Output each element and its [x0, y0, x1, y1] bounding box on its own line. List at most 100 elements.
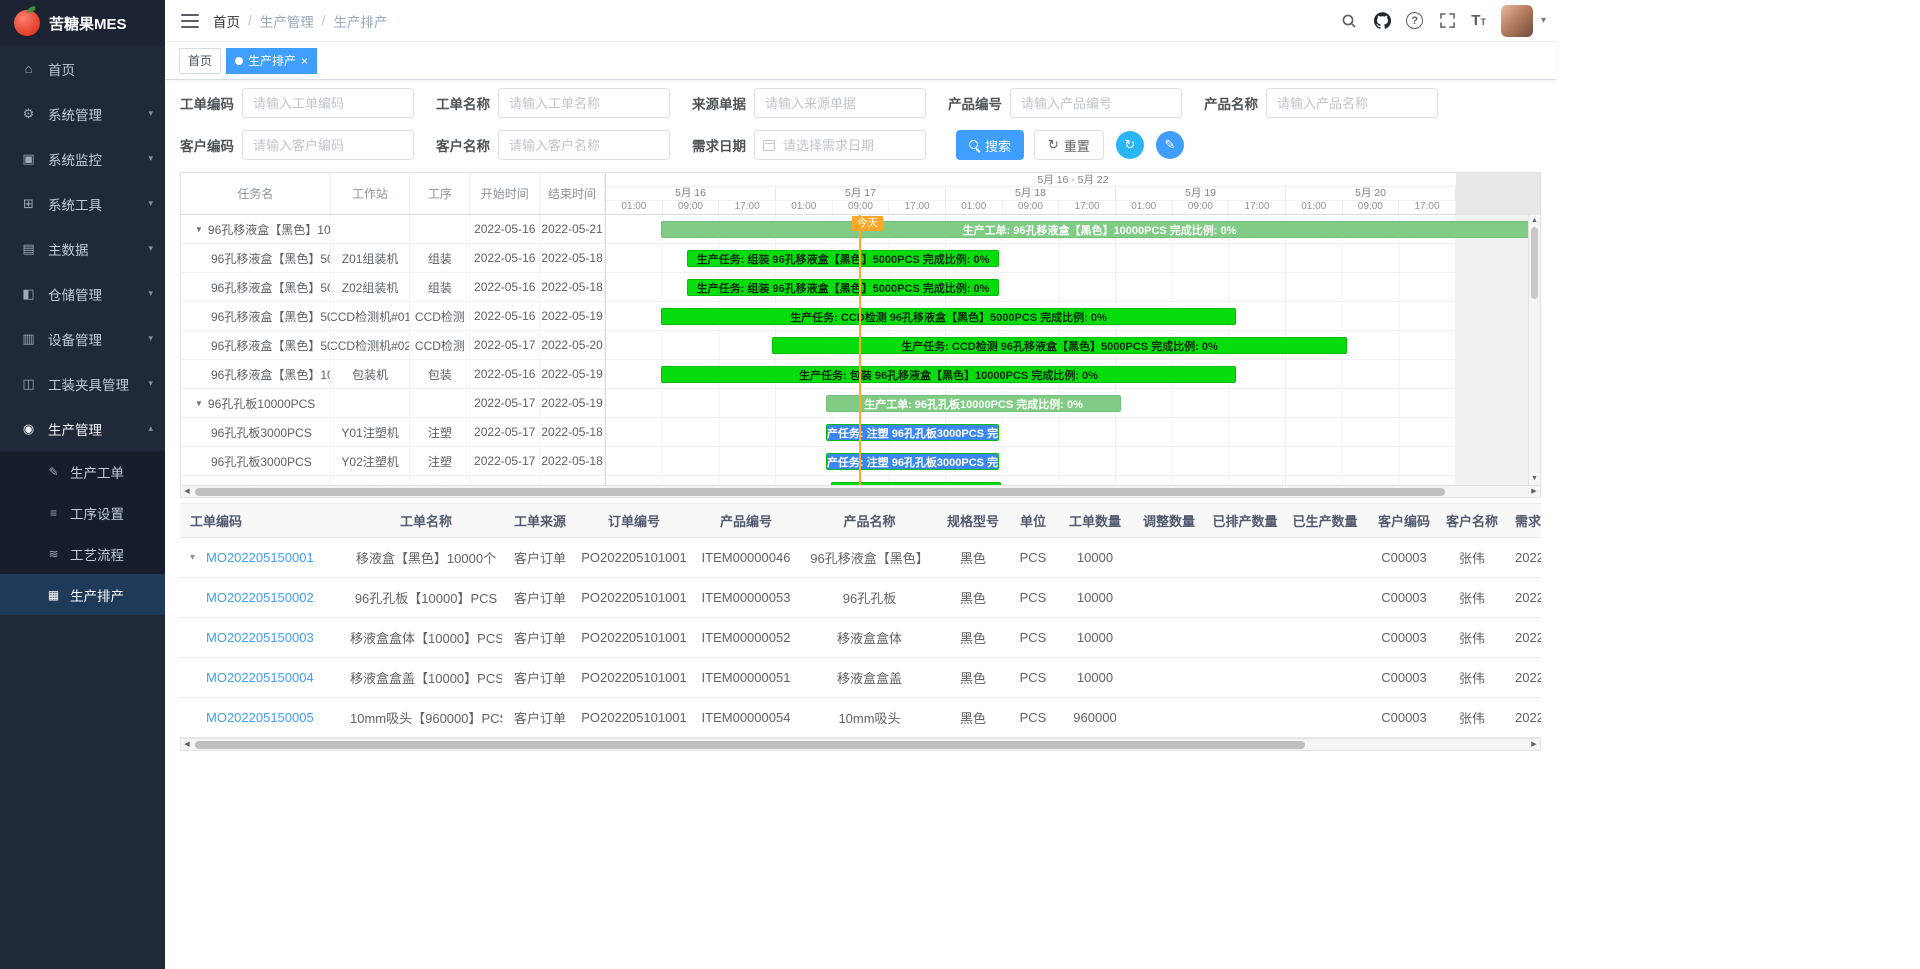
table-row[interactable]: MO202205150004移液盒盒盖【10000】PCS客户订单PO20220… [180, 658, 1541, 698]
github-icon[interactable] [1373, 12, 1391, 30]
gantt-task-row[interactable]: 96孔移液盒【黑色】5000PCSCCD检测机#01CCD检测2022-05-1… [181, 302, 605, 331]
timeline-day-label: 5月 16 [606, 187, 776, 200]
table-row[interactable]: MO20220515000510mm吸头【960000】PCS客户订单PO202… [180, 698, 1541, 738]
gantt-task-row[interactable]: ▼96孔移液盒【黑色】10000PCS2022-05-162022-05-21 [181, 215, 605, 244]
breadcrumb-item[interactable]: 首页 [213, 11, 240, 31]
gantt-task-row[interactable]: 96孔孔板3000PCSY02注塑机注塑2022-05-172022-05-18 [181, 447, 605, 476]
sidebar-item-master-data[interactable]: ▤主数据▾ [0, 226, 165, 271]
app-logo: 苦糖果MES [0, 0, 165, 46]
sidebar-item-process-flow[interactable]: ≋工艺流程 [0, 533, 165, 574]
scroll-up-icon[interactable]: ▲ [1529, 216, 1540, 226]
scrollbar-thumb[interactable] [1531, 227, 1538, 299]
gantt-task-row[interactable]: 96孔移液盒【黑色】5000PCSCCD检测机#02CCD检测2022-05-1… [181, 331, 605, 360]
sidebar-item-fixture-mgmt[interactable]: ◫工装夹具管理▾ [0, 361, 165, 406]
app-logo-icon [14, 10, 40, 36]
gantt-bar[interactable]: 生产工单: 96孔移液盒【黑色】10000PCS 完成比例: 0% [661, 221, 1538, 238]
task-station [331, 389, 411, 417]
scrollbar-thumb[interactable] [195, 741, 1305, 749]
hamburger-icon[interactable] [181, 14, 199, 28]
scroll-left-icon[interactable]: ◀ [181, 739, 193, 751]
scrollbar-thumb[interactable] [195, 488, 1445, 496]
table-cell: 客户订单 [502, 548, 578, 567]
customer-code-input[interactable] [242, 130, 414, 160]
breadcrumb-item[interactable]: 生产管理 [260, 11, 314, 31]
font-size-icon[interactable]: TT [1471, 12, 1486, 29]
task-name-cell: 96孔移液盒【黑色】5000PCS [181, 273, 331, 301]
table-row[interactable]: ▾MO202205150001移液盒【黑色】10000个客户订单PO202205… [180, 538, 1541, 578]
tab-production-scheduling[interactable]: 生产排产× [226, 48, 317, 74]
work-order-link[interactable]: MO202205150005 [206, 710, 314, 725]
table-row[interactable]: MO20220515000296孔孔板【10000】PCS客户订单PO20220… [180, 578, 1541, 618]
sidebar-item-equipment-mgmt[interactable]: ▥设备管理▾ [0, 316, 165, 361]
gantt-bar[interactable]: 生产任务: 注塑 96孔孔板3000PCS 完成 [826, 453, 999, 470]
orders-horizontal-scrollbar[interactable]: ◀ ▶ [180, 738, 1541, 751]
customer-name-input[interactable] [498, 130, 670, 160]
scroll-down-icon[interactable]: ▼ [1529, 474, 1540, 484]
task-station: Y03注塑机 [331, 476, 411, 485]
table-row[interactable]: MO202205150003移液盒盒体【10000】PCS客户订单PO20220… [180, 618, 1541, 658]
sidebar-item-home[interactable]: ⌂首页 [0, 46, 165, 91]
gantt-task-row[interactable]: 96孔孔板3000PCSY03注塑机注塑2022-05-172022-05-18 [181, 476, 605, 485]
search-icon[interactable] [1340, 12, 1358, 30]
search-icon [969, 140, 980, 151]
tab-home[interactable]: 首页 [179, 48, 221, 74]
sidebar-item-system-monitor[interactable]: ▣系统监控▾ [0, 136, 165, 181]
gantt-bar[interactable]: 生产任务: 组装 96孔移液盒【黑色】5000PCS 完成比例: 0% [687, 279, 999, 296]
row-expand-icon[interactable]: ▾ [190, 552, 206, 563]
product-name-input[interactable] [1266, 88, 1438, 118]
sync-schedule-button[interactable]: ↻ [1116, 131, 1144, 159]
task-name-cell: ▼96孔移液盒【黑色】10000PCS [181, 215, 331, 243]
collapse-caret-icon[interactable]: ▼ [195, 399, 203, 408]
work-order-link[interactable]: MO202205150002 [206, 590, 314, 605]
tab-close-icon[interactable]: × [301, 55, 308, 67]
gantt-task-row[interactable]: 96孔移液盒【黑色】5000PCSZ02组装机组装2022-05-162022-… [181, 273, 605, 302]
due-date-input[interactable] [754, 130, 926, 160]
gantt-task-row[interactable]: 96孔移液盒【黑色】5000PCSZ01组装机组装2022-05-162022-… [181, 244, 605, 273]
scroll-left-icon[interactable]: ◀ [181, 486, 193, 498]
sidebar-item-production-workorder[interactable]: ✎生产工单 [0, 451, 165, 492]
gantt-task-row[interactable]: ▼96孔孔板10000PCS2022-05-172022-05-19 [181, 389, 605, 418]
gantt-bar[interactable]: 生产工单: 96孔孔板10000PCS 完成比例: 0% [826, 395, 1121, 412]
fullscreen-icon[interactable] [1438, 12, 1456, 30]
gantt-bar[interactable]: 生产任务: 组装 96孔移液盒【黑色】5000PCS 完成比例: 0% [687, 250, 999, 267]
breadcrumb-item[interactable]: 生产排产 [334, 11, 388, 31]
sidebar-item-warehouse-mgmt[interactable]: ◧仓储管理▾ [0, 271, 165, 316]
reset-button[interactable]: ↻重置 [1034, 130, 1104, 160]
task-name-cell: 96孔移液盒【黑色】5000PCS [181, 302, 331, 330]
sidebar-item-system-mgmt[interactable]: ⚙系统管理▾ [0, 91, 165, 136]
edit-schedule-button[interactable]: ✎ [1156, 131, 1184, 159]
app-root: 苦糖果MES ⌂首页⚙系统管理▾▣系统监控▾⊞系统工具▾▤主数据▾◧仓储管理▾▥… [0, 0, 1556, 969]
work-order-code-cell: MO202205150002 [180, 590, 350, 605]
gantt-bar[interactable]: 生产任务: CCD检测 96孔移液盒【黑色】5000PCS 完成比例: 0% [661, 308, 1236, 325]
table-cell: PO202205101001 [578, 630, 690, 645]
collapse-caret-icon[interactable]: ▼ [195, 225, 203, 234]
work-order-link[interactable]: MO202205150004 [206, 670, 314, 685]
sidebar-item-process-settings[interactable]: ≡工序设置 [0, 492, 165, 533]
avatar-caret-icon[interactable]: ▾ [1541, 15, 1546, 26]
scroll-right-icon[interactable]: ▶ [1528, 486, 1540, 498]
search-button[interactable]: 搜索 [956, 130, 1024, 160]
task-name: 96孔移液盒【黑色】5000PCS [211, 250, 331, 267]
work-order-code-input[interactable] [242, 88, 414, 118]
scroll-right-icon[interactable]: ▶ [1528, 739, 1540, 751]
work-order-link[interactable]: MO202205150003 [206, 630, 314, 645]
product-code-input[interactable] [1010, 88, 1182, 118]
gantt-horizontal-scrollbar[interactable]: ◀ ▶ [180, 485, 1541, 498]
sidebar-item-production-scheduling[interactable]: ▦生产排产 [0, 574, 165, 615]
work-order-name-input[interactable] [498, 88, 670, 118]
gantt-bar[interactable]: 生产任务: 包装 96孔移液盒【黑色】10000PCS 完成比例: 0% [661, 366, 1236, 383]
work-order-link[interactable]: MO202205150001 [206, 550, 314, 565]
gantt-bar[interactable]: 生产任务: 注塑 96孔孔板3000PCS [831, 482, 1001, 485]
gantt-vertical-scrollbar[interactable]: ▲ ▼ [1528, 215, 1540, 485]
sidebar-item-production-mgmt[interactable]: ◉生产管理▴ [0, 406, 165, 451]
gantt-bar[interactable]: 生产任务: 注塑 96孔孔板3000PCS 完成 [826, 424, 999, 441]
gantt-column-header: 工序 [410, 173, 470, 214]
table-cell: 96孔孔板【10000】PCS [350, 588, 502, 607]
gantt-task-row[interactable]: 96孔移液盒【黑色】10000PCS包装机包装2022-05-162022-05… [181, 360, 605, 389]
gantt-task-row[interactable]: 96孔孔板3000PCSY01注塑机注塑2022-05-172022-05-18 [181, 418, 605, 447]
avatar[interactable] [1501, 5, 1533, 37]
source-doc-input[interactable] [754, 88, 926, 118]
help-icon[interactable]: ? [1406, 12, 1423, 29]
sidebar-item-label: 系统监控 [48, 149, 102, 169]
sidebar-item-system-tools[interactable]: ⊞系统工具▾ [0, 181, 165, 226]
